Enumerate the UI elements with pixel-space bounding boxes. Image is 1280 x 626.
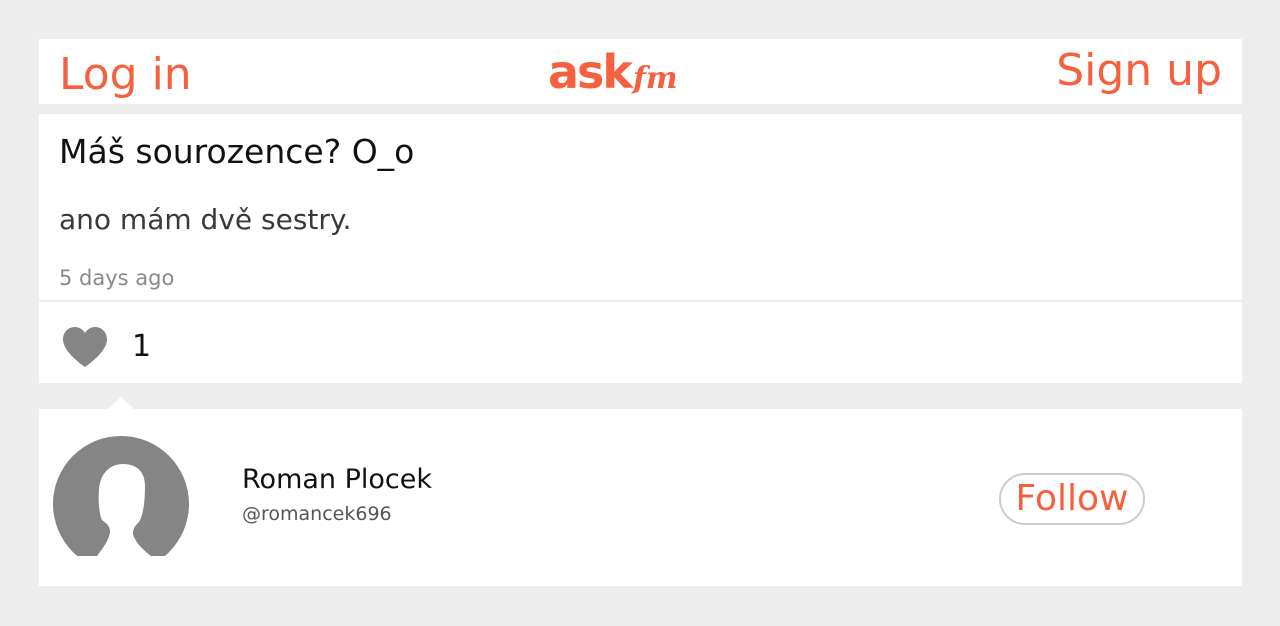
question-card: Máš sourozence? O_o ano mám dvě sestry. … — [39, 114, 1242, 300]
timestamp[interactable]: 5 days ago — [59, 264, 174, 292]
heart-icon[interactable] — [61, 326, 109, 368]
user-handle[interactable]: @romancek696 — [242, 501, 392, 527]
profile-card: Roman Plocek @romancek696 Follow — [39, 409, 1242, 586]
signup-link[interactable]: Sign up — [1056, 45, 1222, 97]
follow-button[interactable]: Follow — [999, 473, 1145, 525]
askfm-logo[interactable]: ask fm — [548, 47, 678, 97]
avatar[interactable] — [53, 436, 189, 556]
login-link[interactable]: Log in — [59, 49, 192, 101]
user-name[interactable]: Roman Plocek — [242, 463, 432, 497]
answer-text: ano mám dvě sestry. — [59, 203, 352, 236]
logo-fm-text: fm — [633, 61, 678, 96]
like-count: 1 — [132, 329, 152, 364]
question-text: Máš sourozence? O_o — [59, 132, 415, 171]
avatar-silhouette-icon — [53, 436, 189, 556]
top-bar: Log in ask fm Sign up — [39, 39, 1242, 104]
logo-ask-text: ask — [548, 45, 633, 99]
like-bar: 1 — [39, 302, 1242, 383]
card-pointer — [108, 397, 134, 409]
